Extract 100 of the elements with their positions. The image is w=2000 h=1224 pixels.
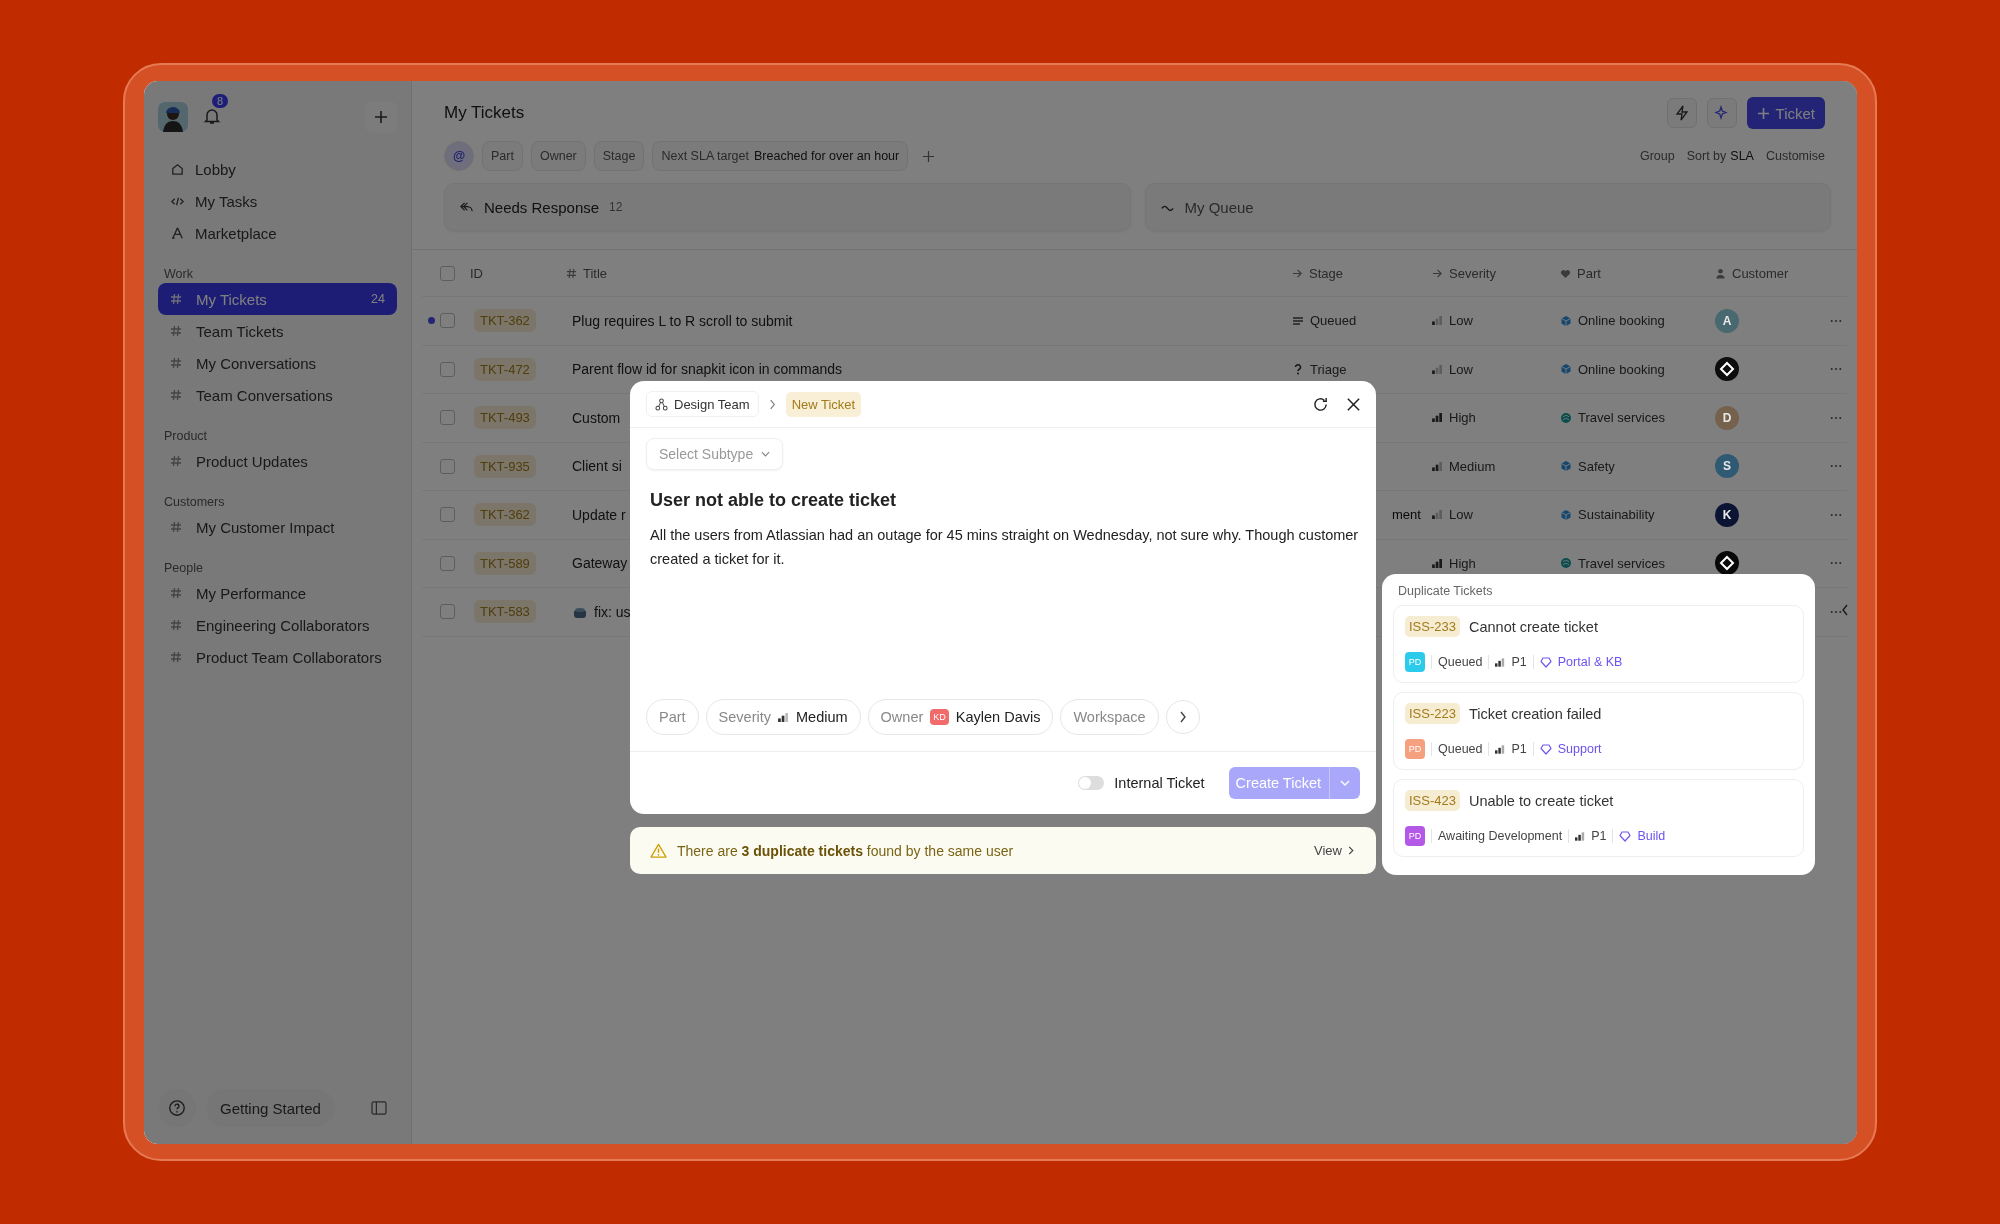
view-link[interactable]: View: [1308, 842, 1360, 859]
ticket-title[interactable]: Gateway: [572, 555, 628, 572]
column-header[interactable]: Title: [583, 265, 608, 281]
add-filter-icon[interactable]: [922, 149, 936, 163]
hash-icon: [170, 389, 182, 401]
sidebar-item[interactable]: Team Conversations: [158, 379, 397, 411]
ticket-title[interactable]: User not able to create ticket: [646, 490, 1360, 511]
filter-chip[interactable]: Next SLA target Breached for over an hour: [652, 141, 909, 171]
refresh-icon[interactable]: [1312, 395, 1329, 413]
subtype-dropdown[interactable]: Select Subtype: [646, 438, 784, 470]
priority-bars-icon: [1495, 657, 1506, 667]
sidebar-item[interactable]: Engineering Collaborators: [158, 609, 397, 641]
issue-title: Cannot create ticket: [1469, 618, 1598, 635]
close-icon[interactable]: [1345, 395, 1362, 413]
ticket-description[interactable]: All the users from Atlassian had an outage for 45 mins straight on Wednesday, not sure why. Though customer created a ticket for it.: [646, 523, 1360, 571]
ticket-title[interactable]: fix: us: [594, 603, 631, 620]
sparkle-icon: [1713, 105, 1730, 121]
breadcrumb-link[interactable]: Design Team: [646, 391, 759, 417]
ticket-title[interactable]: Update r: [572, 506, 626, 523]
row-checkbox[interactable]: [440, 313, 455, 329]
filter-chip[interactable]: Stage: [593, 141, 645, 171]
ticket-title[interactable]: Custom: [572, 409, 621, 426]
sidebar-item[interactable]: Product Updates: [158, 445, 397, 477]
page-title: My Tickets: [444, 103, 525, 123]
home-icon: [170, 161, 185, 177]
help-button[interactable]: [158, 1089, 196, 1127]
owner-avatar: PD: [1405, 652, 1425, 672]
ticket-title[interactable]: Client si: [572, 458, 622, 475]
duplicate-ticket-card[interactable]: ISS-423 Unable to create ticket PD Awaiting Development P1 Build: [1393, 779, 1804, 857]
severity-bars-icon: [1432, 558, 1443, 568]
part-label: Travel services: [1578, 555, 1665, 571]
sparkle-button[interactable]: [1706, 98, 1737, 128]
sidebar-item[interactable]: My Customer Impact: [158, 511, 397, 543]
filter-chip[interactable]: Owner: [530, 141, 586, 171]
select-all-checkbox[interactable]: [440, 265, 455, 281]
row-checkbox[interactable]: [440, 458, 455, 474]
user-avatar[interactable]: [158, 102, 188, 132]
nav-item[interactable]: My Tasks: [158, 185, 397, 217]
severity-bars-icon: [1432, 413, 1443, 423]
row-checkbox[interactable]: [440, 361, 455, 377]
new-ticket-button[interactable]: Ticket: [1746, 97, 1825, 129]
queue-card[interactable]: My Queue: [1144, 183, 1831, 231]
column-header[interactable]: Severity: [1449, 265, 1496, 281]
view-option[interactable]: Customise: [1765, 149, 1825, 163]
column-header[interactable]: Customer: [1732, 265, 1789, 281]
attribute-chip[interactable]: Owner KD Kaylen Davis: [867, 699, 1054, 735]
warning-icon: [650, 843, 667, 858]
attribute-chip[interactable]: Workspace: [1060, 699, 1159, 735]
hash-icon: [170, 587, 182, 599]
attribute-chip[interactable]: Severity Medium: [705, 699, 861, 735]
sidebar-item[interactable]: My Tickets 24: [158, 283, 397, 315]
filter-chip[interactable]: Part: [482, 141, 523, 171]
row-checkbox[interactable]: [440, 604, 455, 620]
nav-item[interactable]: Lobby: [158, 153, 397, 185]
team-icon: [655, 397, 668, 411]
queue-card[interactable]: Needs Response 12: [444, 183, 1131, 231]
duplicate-ticket-card[interactable]: ISS-233 Cannot create ticket PD Queued P1 Portal & KB: [1393, 605, 1804, 683]
sidebar-item[interactable]: My Conversations: [158, 347, 397, 379]
sidebar-item[interactable]: My Performance: [158, 577, 397, 609]
attribute-chip[interactable]: Part: [646, 699, 699, 735]
part-label: Online booking: [1578, 361, 1665, 377]
cube-icon: [1560, 363, 1572, 376]
issue-id: ISS-233: [1405, 616, 1460, 637]
part-link[interactable]: Portal & KB: [1557, 655, 1623, 669]
ticket-title[interactable]: Parent flow id for snapkit icon in commands: [572, 361, 842, 378]
part-link[interactable]: Support: [1557, 742, 1602, 756]
duplicate-ticket-card[interactable]: ISS-223 Ticket creation failed PD Queued P1 Support: [1393, 692, 1804, 770]
sidebar-toggle-icon[interactable]: [371, 1101, 387, 1115]
view-option[interactable]: Sort by SLA: [1686, 149, 1754, 163]
severity-bars-icon: [1432, 316, 1443, 326]
breadcrumb-current: New Ticket: [785, 391, 862, 417]
row-checkbox[interactable]: [440, 555, 455, 571]
ticket-title[interactable]: Plug requires L to R scroll to submit: [572, 312, 793, 329]
column-header[interactable]: Part: [1577, 265, 1601, 281]
ticket-id: TKT-493: [474, 406, 536, 430]
status-label: Queued: [1438, 655, 1483, 669]
cube-icon: [1560, 460, 1572, 473]
automation-button[interactable]: [1666, 98, 1697, 128]
filter-chip[interactable]: @: [444, 141, 474, 171]
nav-item[interactable]: Marketplace: [158, 217, 397, 249]
internal-ticket-toggle[interactable]: [1078, 776, 1105, 790]
column-header[interactable]: Stage: [1309, 265, 1343, 281]
sidebar-item[interactable]: Product Team Collaborators: [158, 641, 397, 673]
notification-bell-icon[interactable]: [202, 106, 222, 126]
hash-icon: [170, 619, 182, 631]
hash-icon: [170, 293, 182, 305]
owner-avatar: PD: [1405, 739, 1425, 759]
view-option[interactable]: Group: [1639, 149, 1675, 163]
part-link[interactable]: Build: [1637, 829, 1666, 843]
stage-label: ment: [1392, 507, 1421, 523]
column-header[interactable]: ID: [470, 265, 566, 281]
row-checkbox[interactable]: [440, 410, 455, 426]
chevron-left-icon[interactable]: [1841, 604, 1849, 616]
hash-icon: [170, 357, 182, 369]
customer-avatar: K: [1715, 502, 1739, 527]
getting-started-button[interactable]: Getting Started: [206, 1089, 335, 1127]
row-checkbox[interactable]: [440, 507, 455, 523]
ticket-id: TKT-362: [474, 309, 536, 333]
stage-label: Queued: [1310, 313, 1357, 329]
sidebar-item[interactable]: Team Tickets: [158, 315, 397, 347]
